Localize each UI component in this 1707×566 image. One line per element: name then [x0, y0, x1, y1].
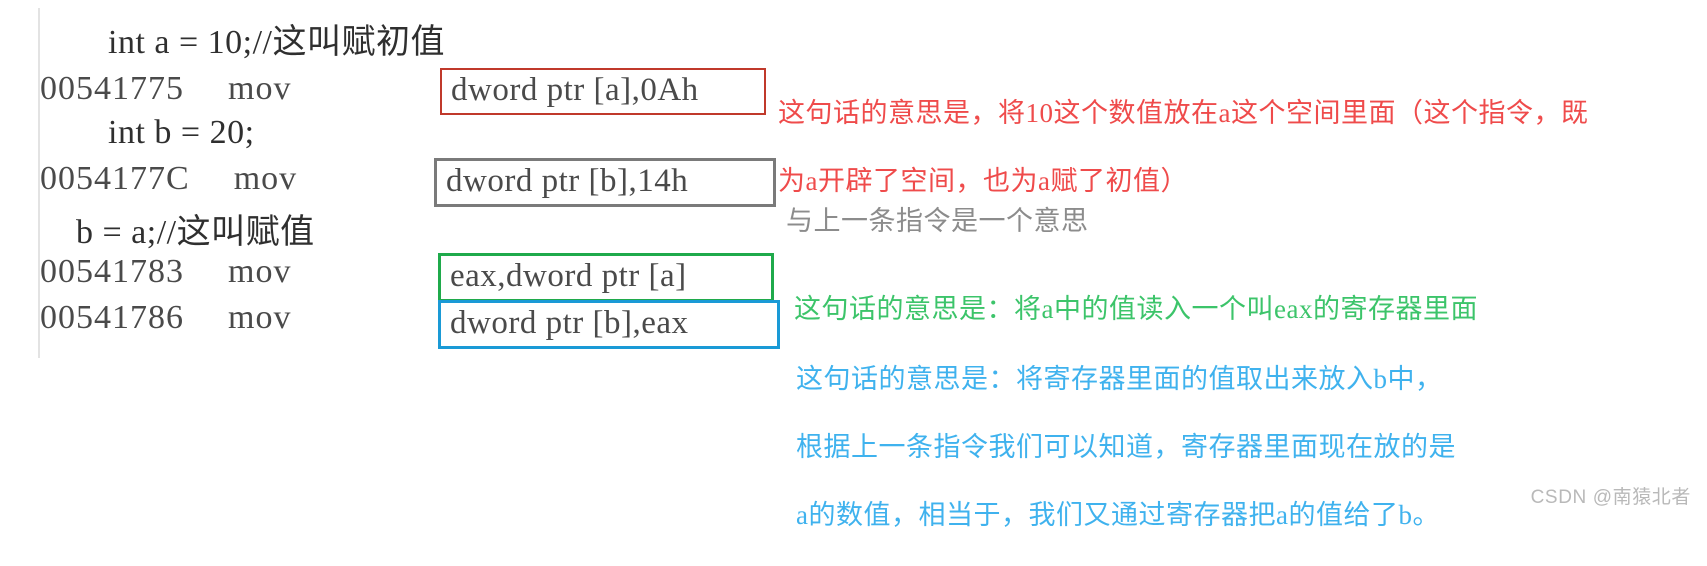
asm-mnemonic: mov	[228, 70, 292, 107]
operand-box-red: dword ptr [a],0Ah	[440, 68, 766, 115]
asm-row-00541775: 00541775 mov	[40, 70, 291, 108]
annotation-gray: 与上一条指令是一个意思	[786, 170, 1089, 272]
partial-glyph-fragment: a	[250, 344, 263, 353]
asm-mnemonic: mov	[228, 299, 292, 336]
source-line-b-equals-a: b = a;//这叫赋值	[76, 214, 315, 251]
operand-box-green: eax,dword ptr [a]	[438, 253, 774, 302]
annotation-green-line-1: 这句话的意思是：将a中的值读入一个叫eax的寄存器里面	[794, 294, 1478, 324]
asm-mnemonic: mov	[228, 253, 292, 290]
operand-box-gray: dword ptr [b],14h	[434, 158, 776, 207]
annotation-blue-line-3: a的数值，相当于，我们又通过寄存器把a的值给了b。	[796, 500, 1440, 530]
asm-mnemonic: mov	[233, 160, 298, 197]
asm-address: 00541775	[40, 70, 184, 107]
annotation-red-line-1: 这句话的意思是，将10这个数值放在a这个空间里面（这个指令，既	[778, 98, 1589, 128]
asm-address: 00541786	[40, 299, 184, 336]
asm-address: 0054177C	[40, 160, 190, 197]
asm-row-00541783: 00541783 mov	[40, 253, 291, 291]
annotation-blue-line-1: 这句话的意思是：将寄存器里面的值取出来放入b中，	[796, 364, 1443, 394]
annotation-gray-line-1: 与上一条指令是一个意思	[786, 206, 1089, 236]
asm-address: 00541783	[40, 253, 184, 290]
asm-row-0054177C: 0054177C mov	[40, 160, 297, 198]
asm-row-00541786: 00541786 mov	[40, 299, 291, 337]
source-line-int-b: int b = 20;	[108, 114, 255, 151]
annotation-blue-line-2: 根据上一条指令我们可以知道，寄存器里面现在放的是	[796, 432, 1456, 462]
operand-box-blue: dword ptr [b],eax	[438, 300, 780, 349]
csdn-watermark: CSDN @南猿北者	[1530, 487, 1691, 508]
source-line-int-a: int a = 10;//这叫赋初值	[108, 24, 445, 61]
annotation-blue: 这句话的意思是：将寄存器里面的值取出来放入b中， 根据上一条指令我们可以知道，寄…	[796, 328, 1456, 566]
